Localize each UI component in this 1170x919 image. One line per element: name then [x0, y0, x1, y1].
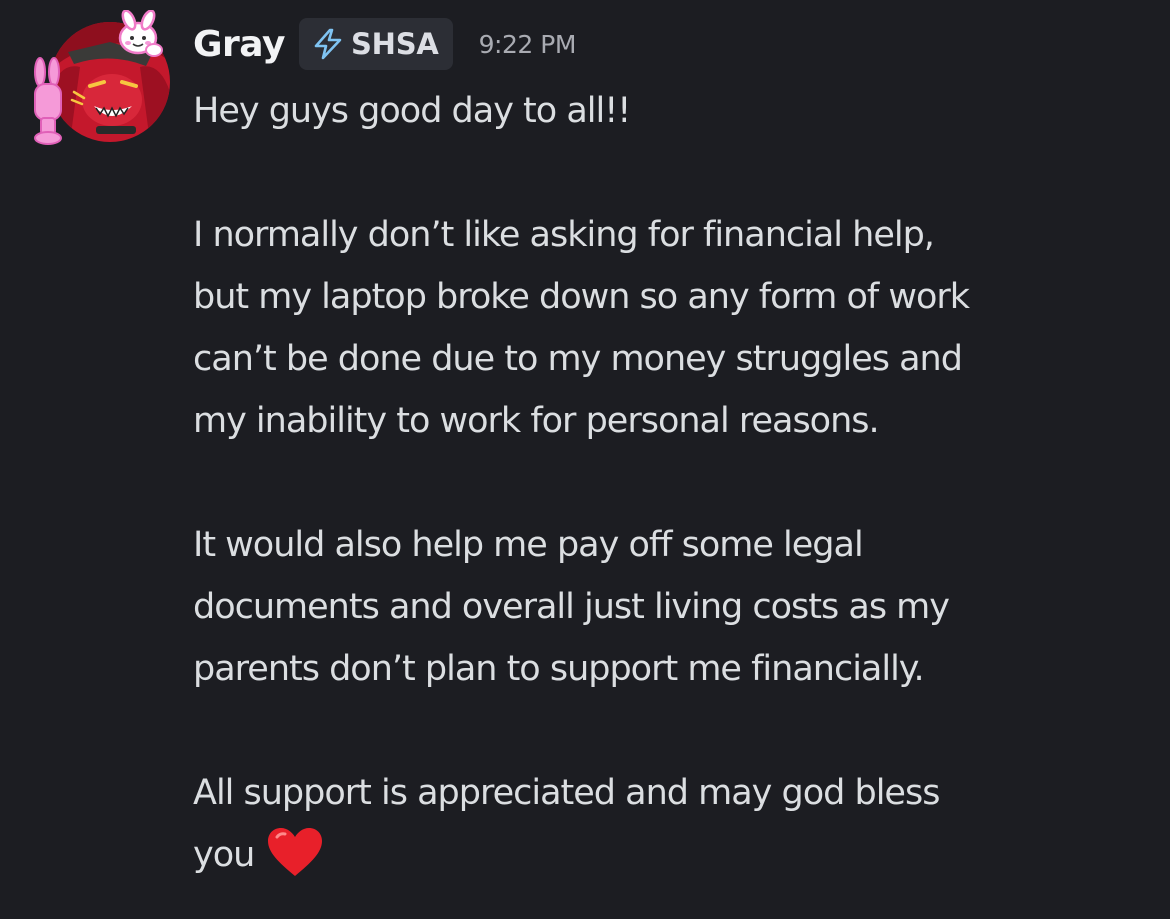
- server-tag[interactable]: SHSA: [298, 18, 453, 70]
- message-paragraph-last: All support is appreciated and may god b…: [193, 762, 1153, 886]
- message-header: Gray SHSA 9:22 PM: [193, 18, 576, 70]
- chat-message: Gray SHSA 9:22 PM Hey guys good day to a…: [0, 0, 1170, 919]
- lightning-icon: [314, 28, 342, 60]
- message-content: Hey guys good day to all!! I normally do…: [193, 80, 1153, 886]
- timestamp[interactable]: 9:22 PM: [479, 30, 577, 59]
- message-paragraph: I normally don’t like asking for financi…: [193, 215, 970, 441]
- avatar-container[interactable]: [30, 10, 170, 150]
- avatar[interactable]: [50, 22, 170, 142]
- server-tag-label: SHSA: [350, 27, 439, 61]
- message-paragraph: Hey guys good day to all!!: [193, 91, 631, 131]
- red-heart-icon: [268, 828, 323, 876]
- message-paragraph: It would also help me pay off some legal…: [193, 525, 950, 689]
- username[interactable]: Gray: [193, 24, 285, 65]
